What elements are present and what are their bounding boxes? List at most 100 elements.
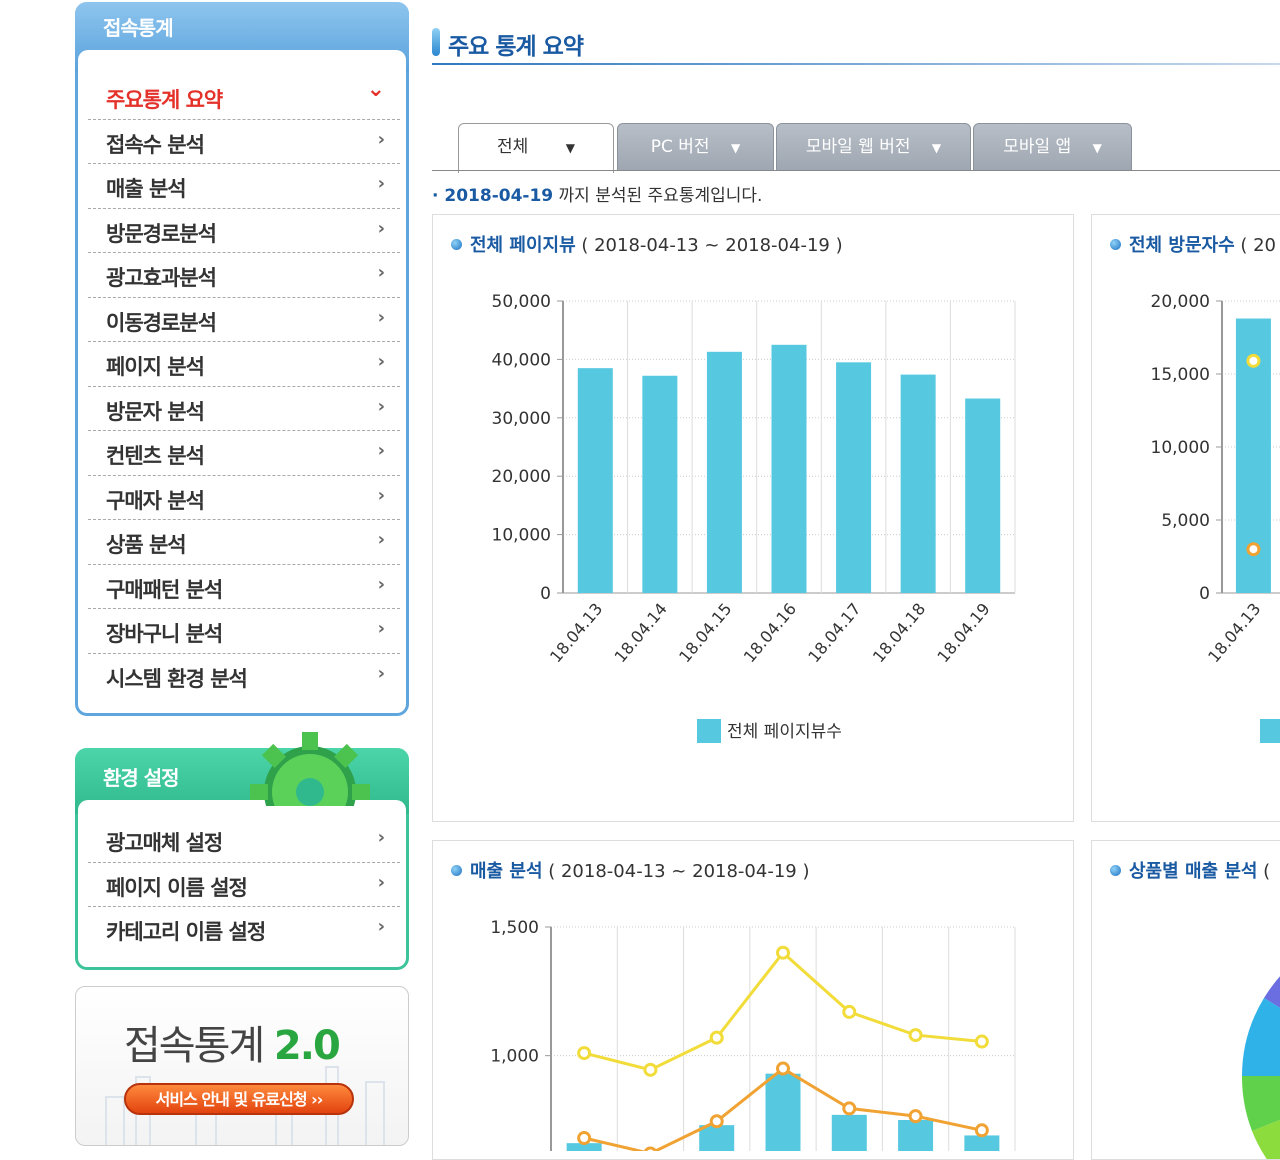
menu-item[interactable]: 방문자 분석 ›	[88, 387, 400, 431]
chevron-right-icon: ›	[377, 173, 385, 194]
x-tick-label: 18.04.13	[546, 599, 606, 666]
series-point	[709, 1030, 724, 1045]
promo-banner[interactable]: 접속통계 2.0 서비스 안내 및 유료신청 ››	[75, 986, 409, 1146]
x-tick-label: 18.04.19	[933, 599, 993, 666]
chevron-right-icon: ›	[377, 529, 385, 550]
menu-item-label: 구매패턴 분석	[106, 577, 223, 602]
menu-item[interactable]: 상품 분석 ›	[88, 520, 400, 565]
menu-item[interactable]: 방문경로분석 ›	[88, 209, 400, 253]
chevron-right-icon: ›	[377, 618, 385, 639]
menu-item-label: 주요통계 요약	[106, 88, 223, 112]
stats-menu-list: 주요통계 요약 ⌄ 접속수 분석 › 매출 분석 › 방문경로분석 › 광고효과분석 › 이동경로분…	[88, 75, 400, 698]
tab-all-label: 전체	[497, 137, 529, 157]
menu-item[interactable]: 이동경로분석 ›	[88, 298, 400, 342]
menu-item[interactable]: 페이지 분석 ›	[88, 342, 400, 387]
y-tick-label: 0	[540, 584, 551, 604]
chevron-down-icon: ▼	[565, 141, 575, 155]
series-point	[842, 1101, 857, 1116]
menu-item-label: 상품 분석	[106, 533, 187, 557]
chevron-right-icon: ›	[377, 827, 385, 848]
menu-item-label: 구매자 분석	[106, 488, 205, 513]
bar	[836, 362, 872, 593]
analysis-info-text: 까지 분석된 주요통계입니다.	[553, 186, 763, 206]
legend-swatch	[1260, 719, 1280, 743]
chevron-right-icon: ›	[377, 573, 385, 595]
menu-item[interactable]: 매출 분석 ›	[88, 164, 400, 209]
stats-menu-title: 접속통계	[103, 16, 174, 40]
menu-item[interactable]: 광고효과분석 ›	[88, 253, 400, 298]
y-tick-label: 5,000	[1161, 511, 1210, 531]
visitors-chart: 20,00015,00010,0005,000018.04.1318.	[1151, 292, 1280, 743]
visitors-card: 전체 방문자수 ( 20 20,000 15,000 10,000 5,000 0 18.…	[1091, 214, 1280, 822]
chevron-right-icon: ›	[377, 484, 385, 506]
bar	[965, 398, 1001, 593]
y-tick-label: 1,000	[490, 1047, 539, 1067]
series-point	[908, 1028, 923, 1043]
bar	[765, 1073, 801, 1151]
title-bar-icon	[432, 28, 440, 56]
y-tick-label: 1,500	[490, 918, 539, 938]
tab-mobile-app[interactable]: 모바일 앱 ▼	[973, 123, 1132, 171]
chevron-right-icon: ›	[377, 306, 385, 328]
settings-menu-title: 환경 설정	[103, 766, 180, 790]
y-tick-label: 30,000	[492, 409, 551, 429]
series-point	[709, 1114, 724, 1129]
x-tick-label: 18.04.16	[740, 599, 800, 666]
product-sales-card: 상품별 매출 분석 (	[1091, 840, 1280, 1160]
chevron-right-icon: ›	[377, 128, 385, 150]
sales-chart: 1,500 1,000	[490, 918, 1016, 1151]
visitors-card-title: 전체 방문자수 ( 20	[1110, 231, 1276, 257]
series-point	[577, 1046, 592, 1061]
pageview-title: 전체 페이지뷰	[470, 235, 576, 256]
menu-item[interactable]: 접속수 분석 ›	[88, 120, 400, 164]
pageview-range: ( 2018-04-13 ~ 2018-04-19 )	[575, 235, 843, 256]
menu-item-label: 시스템 환경 분석	[106, 666, 248, 691]
series-point	[1246, 542, 1261, 557]
chevron-right-icon: ›	[377, 662, 385, 684]
chevron-right-icon: ›	[377, 262, 385, 283]
menu-item[interactable]: 구매자 분석 ›	[88, 476, 400, 520]
chevron-right-icon: ›	[377, 395, 385, 417]
menu-item[interactable]: 시스템 환경 분석 ›	[88, 654, 400, 699]
bar	[577, 368, 613, 593]
tab-pc[interactable]: PC 버전 ▼	[617, 123, 774, 171]
menu-item[interactable]: 장바구니 분석 ›	[88, 609, 400, 654]
menu-item-label: 매출 분석	[106, 177, 187, 201]
menu-item[interactable]: 광고매체 설정 ›	[88, 818, 400, 863]
series-point	[842, 1004, 857, 1019]
chevron-right-icon: ›	[377, 916, 385, 937]
sales-title: 매출 분석	[470, 861, 543, 882]
series-point	[776, 1061, 790, 1076]
chevron-right-icon: ›	[377, 217, 385, 239]
menu-item[interactable]: 카테고리 이름 설정 ›	[88, 907, 400, 952]
bar	[699, 1125, 735, 1151]
chevron-right-icon: ›	[377, 440, 385, 461]
y-tick-label: 0	[1199, 584, 1210, 604]
promo-signup-button[interactable]: 서비스 안내 및 유료신청 ››	[124, 1083, 354, 1115]
analysis-date: · 2018-04-19	[432, 186, 554, 206]
bar	[831, 1114, 867, 1151]
stats-menu-header: 접속통계	[75, 2, 409, 80]
settings-menu-header: 환경 설정	[75, 732, 409, 820]
y-tick-label: 20,000	[492, 467, 551, 487]
product-sales-pie-chart	[1241, 976, 1280, 1159]
series-point	[577, 1131, 592, 1146]
x-tick-label: 18.04.18	[869, 599, 929, 666]
series-point	[908, 1109, 923, 1124]
menu-item[interactable]: 컨텐츠 분석 ›	[88, 431, 400, 476]
promo-version: 2.0	[273, 1023, 341, 1069]
bar	[900, 374, 936, 593]
legend-label: 전체 페이지뷰수	[727, 722, 842, 742]
pie-slice	[1242, 998, 1280, 1076]
gear-icon	[250, 732, 370, 806]
chevron-right-icon: ›	[377, 351, 385, 372]
menu-item[interactable]: 구매패턴 분석 ›	[88, 565, 400, 609]
chevron-down-icon: ▼	[730, 141, 741, 155]
menu-item[interactable]: 페이지 이름 설정 ›	[88, 863, 400, 907]
promo-title: 접속통계	[124, 1023, 265, 1069]
series-point	[1246, 353, 1261, 368]
menu-item[interactable]: 주요통계 요약 ⌄	[88, 75, 400, 120]
tab-mobile-web[interactable]: 모바일 웹 버전 ▼	[776, 123, 971, 171]
tab-all[interactable]: 전체 ▼	[458, 123, 614, 173]
x-tick-label: 18.04.17	[804, 599, 864, 666]
